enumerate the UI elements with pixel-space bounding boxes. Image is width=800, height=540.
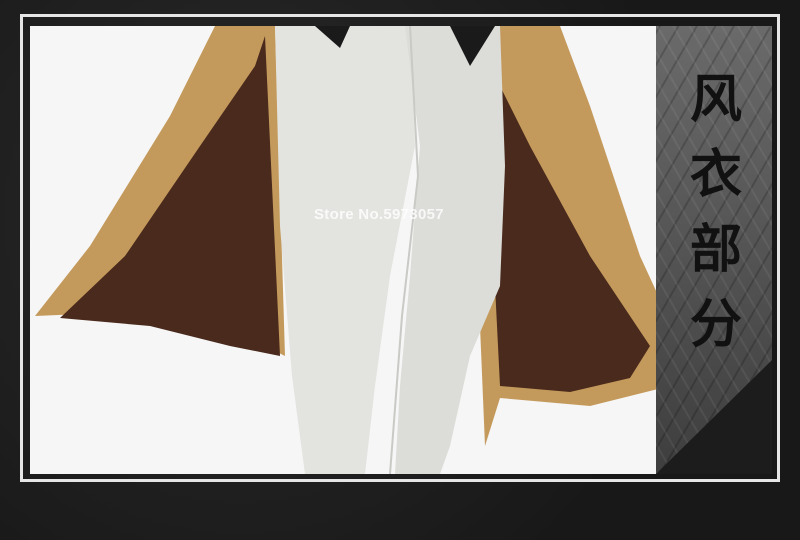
section-label: 风 衣 部 分	[680, 62, 752, 362]
product-photo	[30, 26, 656, 474]
section-label-char-2: 衣	[689, 143, 742, 205]
section-label-char-4: 分	[689, 293, 742, 355]
coat-left-lining	[60, 36, 280, 356]
section-label-char-3: 部	[689, 218, 742, 280]
section-label-char-1: 风	[689, 68, 742, 130]
pants-left-leg	[275, 26, 415, 474]
coat-illustration	[35, 26, 656, 474]
store-watermark: Store No.5973057	[314, 206, 444, 223]
panel-corner-cut	[656, 360, 772, 474]
